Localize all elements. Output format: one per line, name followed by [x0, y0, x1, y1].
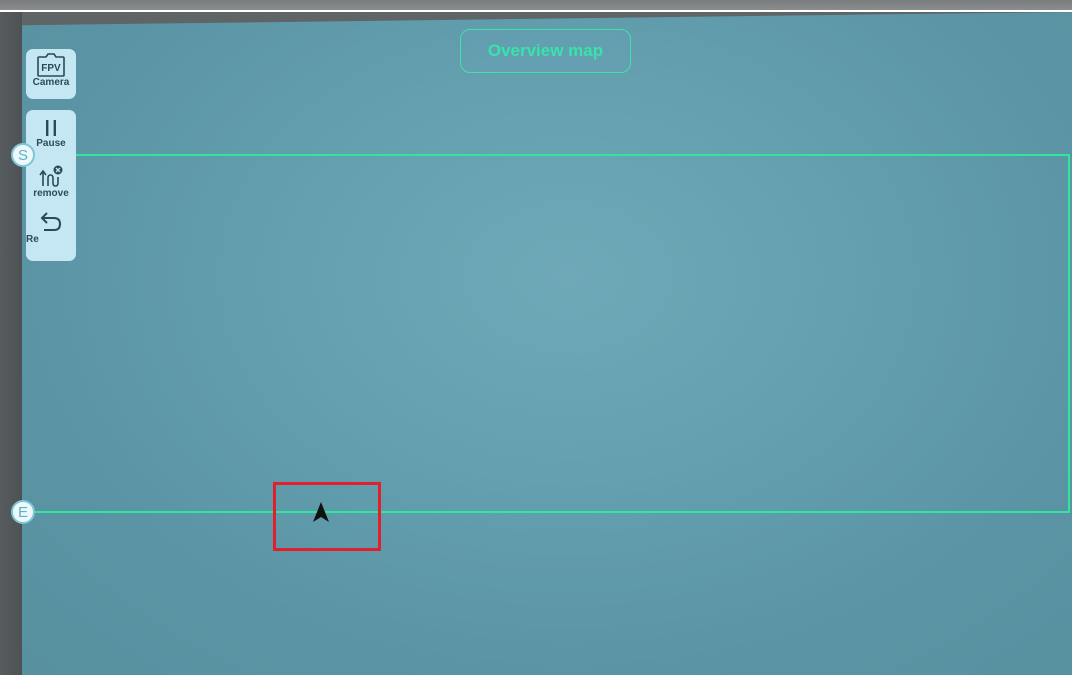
camera-card: FPV Camera — [26, 49, 76, 99]
camera-button[interactable]: FPV Camera — [26, 53, 76, 88]
screen-bezel — [0, 12, 22, 675]
route-start-marker[interactable]: S — [11, 143, 35, 167]
fpv-camera-icon: FPV — [37, 53, 65, 77]
pause-icon — [46, 120, 56, 136]
pause-button[interactable]: Pause — [26, 118, 76, 149]
pause-label: Pause — [36, 138, 66, 149]
re-label: Re — [26, 234, 39, 245]
remove-label: remove — [33, 188, 69, 199]
undo-button[interactable]: Re — [26, 210, 76, 245]
svg-text:FPV: FPV — [41, 63, 61, 74]
overview-map-button[interactable]: Overview map — [460, 29, 631, 73]
route-end-marker[interactable]: E — [11, 500, 35, 524]
map-view[interactable] — [22, 12, 1072, 675]
remove-route-button[interactable]: remove — [26, 164, 76, 199]
undo-icon — [40, 212, 62, 231]
remove-route-icon — [39, 165, 63, 187]
camera-label: Camera — [32, 77, 70, 88]
tools-card: Pause remove Re — [26, 110, 76, 261]
navigation-arrow-icon — [313, 502, 329, 522]
